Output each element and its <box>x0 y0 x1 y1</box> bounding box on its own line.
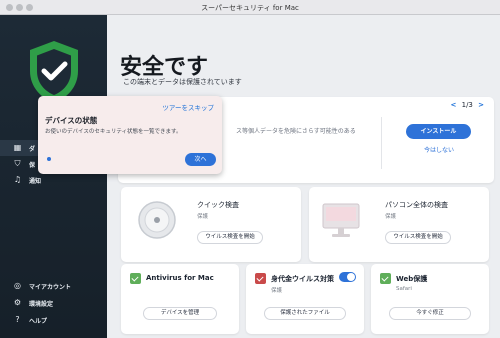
full-scan-card: パソコン全体の検査 保護 ウイルス検査を開始 <box>309 187 489 262</box>
card-title: 身代金ウイルス対策 <box>271 275 334 283</box>
bell-icon: ♫ <box>13 175 22 184</box>
card-status: Safari <box>396 286 412 292</box>
sidebar-item-my-account[interactable]: ◎ マイアカウント <box>0 278 107 294</box>
banner-pager: < 1/3 > <box>448 101 487 109</box>
sidebar-item-help[interactable]: ? ヘルプ <box>0 312 107 328</box>
tour-popover: ツアーをスキップ デバイスの状態 お使いのデバイスのセキュリティ状態を一覧できま… <box>38 96 222 174</box>
sidebar-item-label: 保 <box>29 162 36 169</box>
shield-icon: ⛉ <box>14 159 21 168</box>
tour-next-button[interactable]: 次へ <box>185 153 216 166</box>
manage-devices-button[interactable]: デバイスを管理 <box>143 307 217 320</box>
card-title: クイック検査 <box>197 201 239 209</box>
ransomware-toggle[interactable] <box>339 272 356 282</box>
pager-count: 1/3 <box>461 101 473 109</box>
account-icon: ◎ <box>14 281 21 290</box>
tour-title: デバイスの状態 <box>45 116 98 125</box>
dashboard-icon: ▦ <box>13 143 22 152</box>
quick-scan-card: クイック検査 保護 ウイルス検査を開始 <box>121 187 301 262</box>
gear-icon: ⚙ <box>13 298 22 307</box>
sidebar-item-label: ダ <box>29 146 36 153</box>
card-status: 保護 <box>197 214 209 220</box>
scan-dial-icon <box>138 201 176 239</box>
card-title: Antivirus for Mac <box>146 274 214 282</box>
sidebar-item-label: マイアカウント <box>29 284 72 291</box>
sidebar-item-label: 通知 <box>29 178 42 185</box>
sidebar-item-label: 環境設定 <box>29 301 54 308</box>
main-content: 安全です この端末とデータは保護されています < 1/3 > ス等個人データを危… <box>107 15 500 338</box>
sidebar: ▦ ダ ⛉ 保 ♫ 通知 ◎ マイアカウント ⚙ 環境設定 ? ヘルプ <box>0 15 107 338</box>
title-bar: スーパーセキュリティ for Mac <box>0 0 500 15</box>
sidebar-item-notifications[interactable]: ♫ 通知 <box>0 172 107 188</box>
page-subtitle: この端末とデータは保護されています <box>123 78 242 86</box>
tour-progress-dot <box>47 157 51 161</box>
computer-icon <box>322 203 360 237</box>
full-scan-button[interactable]: ウイルス検査を開始 <box>385 231 451 244</box>
card-title: パソコン全体の検査 <box>385 201 448 209</box>
banner-text: ス等個人データを危険にさらす可能性のある <box>236 128 356 135</box>
prev-arrow-icon[interactable]: < <box>451 101 457 109</box>
sidebar-item-preferences[interactable]: ⚙ 環境設定 <box>0 295 107 311</box>
card-title: Web保護 <box>396 275 428 283</box>
ransomware-card: 身代金ウイルス対策 保護 保護されたファイル <box>246 264 364 334</box>
install-button[interactable]: インストール <box>406 124 471 139</box>
ransomware-badge-icon <box>255 273 266 284</box>
app-window: スーパーセキュリティ for Mac ▦ ダ ⛉ 保 ♫ 通知 ◎ マイアカウン… <box>0 0 500 338</box>
antivirus-card: Antivirus for Mac デバイスを管理 <box>121 264 239 334</box>
card-status: 保護 <box>271 288 283 294</box>
check-badge-icon <box>380 273 391 284</box>
skip-tour-link[interactable]: ツアーをスキップ <box>162 102 214 112</box>
check-badge-icon <box>130 273 141 284</box>
next-arrow-icon[interactable]: > <box>478 101 484 109</box>
card-status: 保護 <box>385 214 397 220</box>
not-now-link[interactable]: 今はしない <box>424 145 454 154</box>
window-title: スーパーセキュリティ for Mac <box>201 4 299 12</box>
tour-body: お使いのデバイスのセキュリティ状態を一覧できます。 <box>45 129 182 135</box>
fix-now-button[interactable]: 今すぐ修正 <box>389 307 471 320</box>
web-protection-card: Web保護 Safari 今すぐ修正 <box>371 264 489 334</box>
help-icon: ? <box>15 315 20 324</box>
sidebar-item-label: ヘルプ <box>29 318 48 325</box>
divider <box>381 117 382 169</box>
quick-scan-button[interactable]: ウイルス検査を開始 <box>197 231 263 244</box>
protected-files-button[interactable]: 保護されたファイル <box>264 307 346 320</box>
